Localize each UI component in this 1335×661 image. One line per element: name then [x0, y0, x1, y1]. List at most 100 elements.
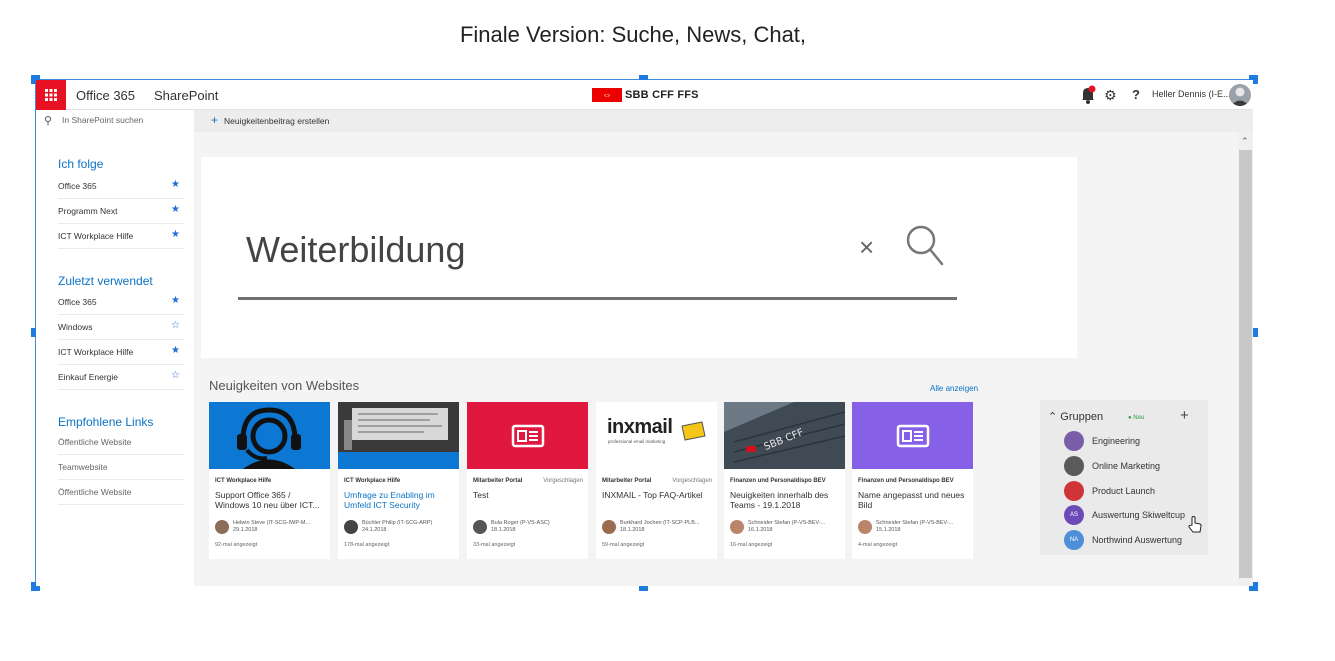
nav-item[interactable]: Office 365 ★: [58, 174, 184, 199]
card-title[interactable]: Support Office 365 / Windows 10 neu über…: [215, 490, 325, 510]
news-card[interactable]: inxmail professional email marketing Mit…: [596, 402, 717, 559]
headset-image: [209, 402, 330, 469]
card-date: 18.1.2018: [620, 527, 645, 533]
nav-item-label: ICT Workplace Hilfe: [58, 231, 134, 241]
card-date: 15.1.2018: [876, 527, 901, 533]
nav-item[interactable]: ICT Workplace Hilfe ★: [58, 224, 184, 249]
nav-item-label: ICT Workplace Hilfe: [58, 347, 134, 357]
groups-panel: ⌃ Gruppen ● Neu + Engineering Online Mar…: [1040, 400, 1208, 555]
card-site: Mitarbeiter Portal: [602, 478, 652, 484]
group-avatar: [1064, 431, 1084, 451]
sharepoint-search[interactable]: ⚲ In SharePoint suchen: [36, 110, 194, 132]
star-icon[interactable]: ★: [171, 204, 180, 215]
left-navigation: Ich folge Office 365 ★ Programm Next ★ ICT…: [36, 132, 194, 586]
author-avatar: [473, 520, 487, 534]
card-tag: Vorgeschlagen: [672, 478, 712, 484]
news-placeholder-image: [467, 402, 588, 469]
help-icon[interactable]: ?: [1132, 87, 1140, 102]
product-name[interactable]: SharePoint: [154, 88, 218, 103]
star-icon[interactable]: ★: [171, 179, 180, 190]
news-card[interactable]: ICT Workplace Hilfe Umfrage zu Enabling …: [338, 402, 459, 559]
user-name[interactable]: Heller Dennis (I-E...: [1152, 89, 1231, 99]
group-avatar: [1064, 456, 1084, 476]
bell-icon[interactable]: [1080, 85, 1096, 105]
card-title[interactable]: Umfrage zu Enabling im Umfeld ICT Securi…: [344, 490, 454, 510]
author-avatar: [858, 520, 872, 534]
nav-item[interactable]: Windows ☆: [58, 315, 184, 340]
nav-item-label: Office 365: [58, 297, 97, 307]
plus-icon[interactable]: +: [211, 113, 218, 127]
group-item[interactable]: Engineering: [1064, 430, 1204, 452]
star-outline-icon[interactable]: ☆: [171, 320, 180, 331]
group-item[interactable]: Product Launch: [1064, 480, 1204, 502]
card-site: Finanzen und Personaldispo BEV: [730, 478, 826, 484]
nav-item[interactable]: Einkauf Energie ☆: [58, 365, 184, 390]
magnifier-icon[interactable]: [904, 223, 944, 272]
card-views: 4-mal angezeigt: [858, 542, 898, 548]
user-avatar[interactable]: [1229, 84, 1251, 106]
group-label: Online Marketing: [1092, 461, 1161, 471]
card-site: Finanzen und Personaldispo BEV: [858, 478, 954, 484]
nav-item[interactable]: ICT Workplace Hilfe ★: [58, 340, 184, 365]
group-item[interactable]: AS Auswertung Skiweltcup: [1064, 504, 1204, 526]
nav-item[interactable]: Programm Next ★: [58, 199, 184, 224]
nav-link[interactable]: Öffentliche Website: [58, 430, 184, 455]
new-badge: ● Neu: [1128, 415, 1145, 421]
star-icon[interactable]: ★: [171, 229, 180, 240]
news-card[interactable]: Mitarbeiter Portal Vorgeschlagen Test Bu…: [467, 402, 588, 559]
card-site: ICT Workplace Hilfe: [344, 478, 401, 484]
search-icon: ⚲: [44, 115, 53, 127]
group-item[interactable]: Online Marketing: [1064, 455, 1204, 477]
group-label: Engineering: [1092, 436, 1141, 446]
star-icon[interactable]: ★: [171, 345, 180, 356]
card-date: 18.1.2018: [491, 527, 516, 533]
card-views: 16-mal angezeigt: [730, 542, 773, 548]
scrollbar-thumb[interactable]: [1239, 150, 1252, 578]
add-group-button[interactable]: +: [1180, 407, 1189, 424]
see-all-link[interactable]: Alle anzeigen: [930, 384, 978, 393]
news-card[interactable]: Finanzen und Personaldispo BEV Name ange…: [852, 402, 973, 559]
card-date: 24.1.2018: [362, 527, 387, 533]
star-icon[interactable]: ★: [171, 295, 180, 306]
nav-item-label: Programm Next: [58, 206, 118, 216]
search-placeholder: In SharePoint suchen: [62, 115, 144, 125]
nav-link[interactable]: Öffentliche Website: [58, 480, 184, 505]
card-title[interactable]: Test: [473, 490, 583, 500]
vertical-scrollbar[interactable]: ⌃: [1238, 132, 1253, 586]
card-title[interactable]: INXMAIL - Top FAQ-Artikel: [602, 490, 712, 500]
card-views: 92-mal angezeigt: [215, 542, 258, 548]
star-outline-icon[interactable]: ☆: [171, 370, 180, 381]
groups-header[interactable]: ⌃ Gruppen: [1048, 410, 1103, 423]
card-author: Helwin Steve (IT-SCG-IWP-M...: [233, 520, 311, 526]
nav-link-label: Öffentliche Website: [58, 437, 132, 447]
app-name[interactable]: Office 365: [76, 88, 135, 103]
news-card[interactable]: SBB CFF Finanzen und Personaldispo BEV N…: [724, 402, 845, 559]
search-underline: [238, 297, 957, 300]
scroll-up-icon[interactable]: ⌃: [1241, 136, 1249, 147]
nav-heading-recent: Zuletzt verwendet: [58, 274, 153, 288]
card-site: Mitarbeiter Portal: [473, 478, 523, 484]
author-avatar: [215, 520, 229, 534]
news-card[interactable]: ICT Workplace Hilfe Support Office 365 /…: [209, 402, 330, 559]
nav-item[interactable]: Office 365 ★: [58, 290, 184, 315]
clear-search-icon[interactable]: ×: [859, 232, 874, 263]
card-title[interactable]: Name angepasst und neues Bild: [858, 490, 968, 510]
classroom-photo: [338, 402, 459, 469]
group-item[interactable]: NA Northwind Auswertung: [1064, 529, 1204, 551]
group-label: Northwind Auswertung: [1092, 535, 1183, 545]
search-overlay: Weiterbildung ×: [201, 157, 1077, 358]
envelope-icon: [681, 421, 706, 441]
search-query-input[interactable]: Weiterbildung: [246, 229, 465, 271]
inxmail-logo-image: inxmail professional email marketing: [596, 402, 717, 469]
card-title[interactable]: Neuigkeiten innerhalb des Teams - 19.1.2…: [730, 490, 840, 510]
sharepoint-screenshot: Office 365 SharePoint ⇔ SBB CFF FFS ⚙ ? …: [36, 80, 1253, 586]
nav-link[interactable]: Teamwebsite: [58, 455, 184, 480]
gear-icon[interactable]: ⚙: [1104, 87, 1117, 104]
card-date: 16.1.2018: [748, 527, 773, 533]
sbb-logo[interactable]: ⇔ SBB CFF FFS: [592, 88, 699, 102]
card-site: ICT Workplace Hilfe: [215, 478, 272, 484]
author-avatar: [344, 520, 358, 534]
new-post-button[interactable]: Neuigkeitenbeitrag erstellen: [224, 116, 329, 126]
chevron-up-icon[interactable]: ⌃: [1048, 411, 1057, 423]
waffle-icon[interactable]: [36, 80, 66, 110]
